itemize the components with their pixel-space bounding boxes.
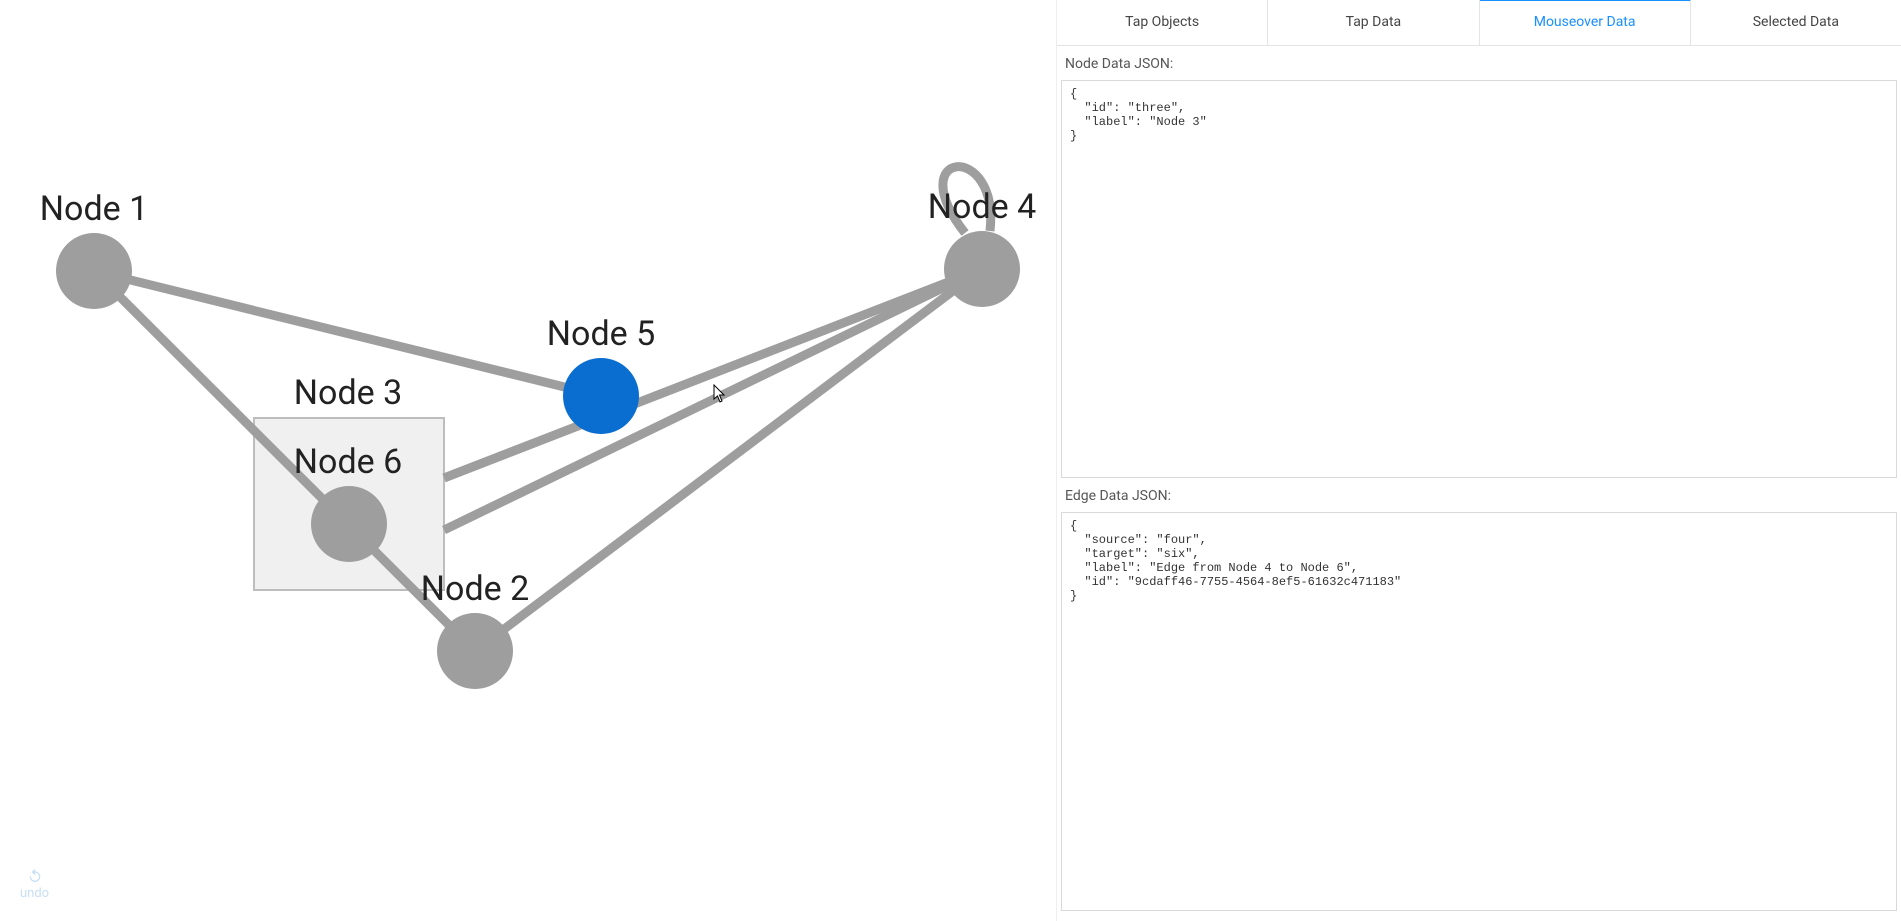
- node-data-textarea[interactable]: [1061, 80, 1897, 479]
- node-n1[interactable]: [56, 233, 132, 309]
- node-label-n5: Node 5: [547, 314, 655, 354]
- undo-icon: [27, 868, 43, 884]
- node-label-n6: Node 6: [294, 442, 402, 482]
- edge-data-label: Edge Data JSON:: [1061, 478, 1897, 512]
- tabs-container: Tap Objects Tap Data Mouseover Data Sele…: [1057, 0, 1901, 46]
- graph-canvas[interactable]: Node 1 Node 2 Node 3 Node 4 Node 5 Node 6 und…: [0, 0, 1056, 921]
- node-n2[interactable]: [437, 613, 513, 689]
- node-label-n4: Node 4: [928, 187, 1036, 227]
- edge-n6-n4[interactable]: [444, 269, 982, 530]
- edge-data-textarea[interactable]: [1061, 512, 1897, 911]
- node-label-n1: Node 1: [40, 189, 148, 229]
- sidebar-panel: Tap Objects Tap Data Mouseover Data Sele…: [1056, 0, 1901, 921]
- tab-tap-data[interactable]: Tap Data: [1268, 0, 1479, 45]
- node-n4[interactable]: [944, 231, 1020, 307]
- node-label-n2: Node 2: [421, 569, 529, 609]
- undo-label: undo: [20, 886, 49, 901]
- node-n5[interactable]: [563, 358, 639, 434]
- node-n6[interactable]: [311, 486, 387, 562]
- tab-tap-objects[interactable]: Tap Objects: [1057, 0, 1268, 45]
- tab-mouseover-data[interactable]: Mouseover Data: [1480, 0, 1691, 45]
- undo-button[interactable]: undo: [20, 868, 49, 901]
- node-data-label: Node Data JSON:: [1061, 46, 1897, 80]
- node-label-n3: Node 3: [294, 373, 402, 413]
- tab-selected-data[interactable]: Selected Data: [1691, 0, 1901, 45]
